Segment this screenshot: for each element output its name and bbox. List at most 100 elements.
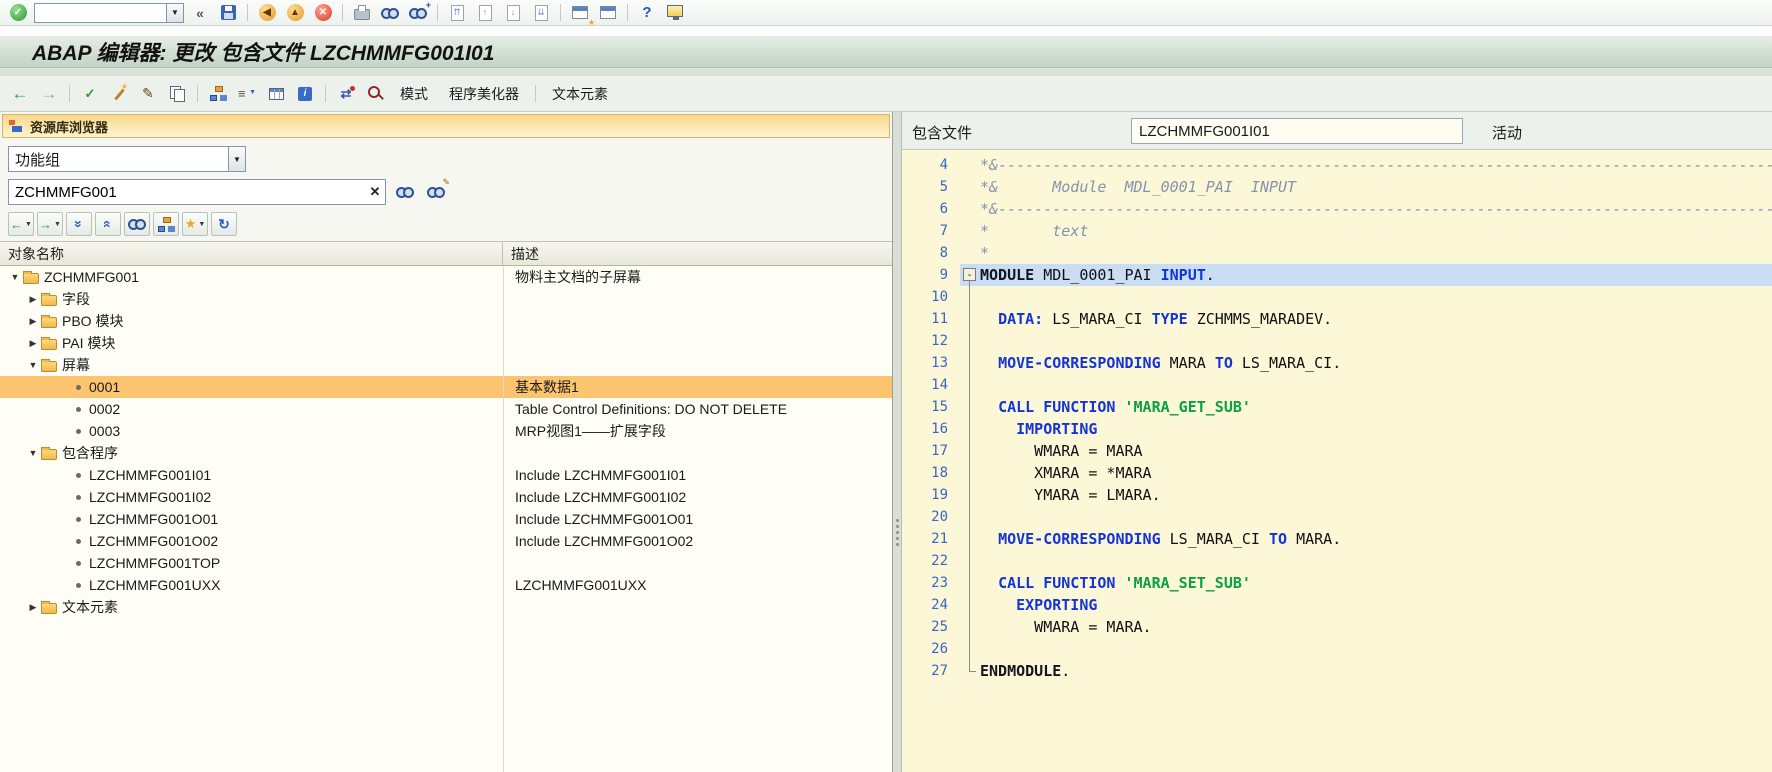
code-line[interactable]: 16 IMPORTING [902,418,1772,440]
code-line[interactable]: 6 *&-------------------------------------… [902,198,1772,220]
new-session-button[interactable]: ★ [568,2,595,27]
expand-arrow-icon[interactable]: ▶ [26,602,40,613]
code-line[interactable]: 26 [902,638,1772,660]
tree-row[interactable]: ▼ 屏幕 [0,354,892,376]
expand-arrow-icon[interactable]: ▶ [26,316,40,327]
command-input[interactable] [35,3,166,22]
create-shortcut-button[interactable] [596,2,620,24]
tree-row[interactable]: 0002 Table Control Definitions: DO NOT DE… [0,398,892,420]
mode-button[interactable]: 模式 [392,81,436,107]
collapse-all-button[interactable]: « [95,212,121,236]
code-line[interactable]: 18 XMARA = *MARA [902,462,1772,484]
code-line[interactable]: 24 EXPORTING [902,594,1772,616]
code-editor[interactable]: 4 *&-------------------------------------… [902,150,1772,772]
tree-row[interactable]: LZCHMMFG001I02 Include LZCHMMFG001I02 [0,486,892,508]
column-header-description[interactable]: 描述 [503,244,892,264]
syntax-check-button[interactable]: ✓ [78,83,102,105]
save-button[interactable] [216,2,240,24]
usage-list-button[interactable] [363,83,387,105]
tree-row[interactable]: LZCHMMFG001I01 Include LZCHMMFG001I01 [0,464,892,486]
collapse-toolbar-button[interactable]: « [188,2,212,24]
collapse-arrow-icon[interactable]: ▼ [26,448,40,458]
back-button[interactable]: ◀ [255,2,279,24]
display-change-button[interactable]: ✎ [136,83,160,105]
nav-back-button[interactable]: ← [8,83,32,105]
code-line[interactable]: 10 [902,286,1772,308]
command-field[interactable]: ▼ [34,2,184,23]
tree-row[interactable]: ▼ 包含程序 [0,442,892,464]
code-line[interactable]: 22 [902,550,1772,572]
activate-button[interactable] [107,82,131,105]
tree-row[interactable]: LZCHMMFG001O02 Include LZCHMMFG001O02 [0,530,892,552]
pretty-printer-button[interactable]: 程序美化器 [441,81,527,107]
expand-arrow-icon[interactable]: ▶ [26,294,40,305]
enter-button[interactable]: ✓ [6,2,30,24]
object-category-select[interactable]: 功能组 ▼ [8,146,246,172]
collapse-arrow-icon[interactable]: ▼ [8,272,22,282]
tree-row[interactable]: LZCHMMFG001UXX LZCHMMFG001UXX [0,574,892,596]
previous-page-button[interactable]: ↑ [473,2,497,24]
code-line[interactable]: 12 [902,330,1772,352]
tree-row[interactable]: LZCHMMFG001TOP [0,552,892,574]
panel-splitter[interactable] [893,112,902,772]
copy-button[interactable] [165,83,189,105]
cancel-button[interactable]: ✕ [311,2,335,24]
search-button[interactable] [124,212,150,236]
command-dropdown-icon[interactable]: ▼ [166,3,183,22]
tree-row[interactable]: ▼ ZCHMMFG001 物料主文档的子屏幕 [0,266,892,288]
tree-row[interactable]: ▶ 字段 [0,288,892,310]
collapse-arrow-icon[interactable]: ▼ [26,360,40,370]
tree-row[interactable]: LZCHMMFG001O01 Include LZCHMMFG001O01 [0,508,892,530]
tree-row[interactable]: ▶ PAI 模块 [0,332,892,354]
code-line[interactable]: 9- MODULE MDL_0001_PAI INPUT. [902,264,1772,286]
last-page-button[interactable]: ⇊ [529,2,553,24]
code-line[interactable]: 5 *& Module MDL_0001_PAI INPUT [902,176,1772,198]
fold-toggle-icon[interactable]: - [960,264,980,286]
code-line[interactable]: 17 WMARA = MARA [902,440,1772,462]
code-line[interactable]: 21 MOVE-CORRESPONDING LS_MARA_CI TO MARA… [902,528,1772,550]
text-elements-button[interactable]: 文本元素 [544,81,616,107]
history-back-button[interactable]: ← ▼ [8,212,34,236]
category-dropdown-icon[interactable]: ▼ [228,147,245,171]
code-line[interactable]: 19 YMARA = LMARA. [902,484,1772,506]
first-page-button[interactable]: ⇈ [445,2,469,24]
code-line[interactable]: 7 * text [902,220,1772,242]
object-hierarchy-button[interactable] [206,83,230,105]
next-page-button[interactable]: ↓ [501,2,525,24]
exit-button[interactable]: ▲ [283,2,307,24]
help-button[interactable]: ? [635,2,659,24]
tree-row[interactable]: 0001 基本数据1 [0,376,892,398]
tree-row[interactable]: ▶ 文本元素 [0,596,892,618]
code-line[interactable]: 14 [902,374,1772,396]
find-next-button[interactable]: + [406,0,431,24]
code-line[interactable]: 8 * [902,242,1772,264]
display-object-button[interactable] [393,181,417,203]
refresh-button[interactable]: ↻ [211,212,237,236]
expand-all-button[interactable]: » [66,212,92,236]
code-line[interactable]: 11 DATA: LS_MARA_CI TYPE ZCHMMS_MARADEV. [902,308,1772,330]
code-line[interactable]: 25 WMARA = MARA. [902,616,1772,638]
find-button[interactable] [378,2,402,24]
edit-object-button[interactable]: ✎ [424,177,450,203]
tree-row[interactable]: 0003 MRP视图1——扩展字段 [0,420,892,442]
favorites-button[interactable]: ★ ▼ [182,212,208,236]
column-header-object-name[interactable]: 对象名称 [0,242,503,265]
code-line[interactable]: 27 ENDMODULE. [902,660,1772,682]
where-used-button[interactable]: ⇄ [334,83,358,105]
expand-arrow-icon[interactable]: ▶ [26,338,40,349]
include-name-field[interactable]: LZCHMMFG001I01 [1131,118,1463,144]
nav-forward-button[interactable]: → [37,83,61,105]
tree-row[interactable]: ▶ PBO 模块 [0,310,892,332]
layout-menu-button[interactable] [663,2,687,24]
code-line[interactable]: 15 CALL FUNCTION 'MARA_GET_SUB' [902,396,1772,418]
tree-display-button[interactable] [153,212,179,236]
code-line[interactable]: 23 CALL FUNCTION 'MARA_SET_SUB' [902,572,1772,594]
code-line[interactable]: 4 *&-------------------------------------… [902,154,1772,176]
table-view-button[interactable] [264,83,288,105]
sort-button[interactable]: ≡ [235,83,259,105]
history-forward-button[interactable]: → ▼ [37,212,63,236]
code-line[interactable]: 20 [902,506,1772,528]
code-line[interactable]: 13 MOVE-CORRESPONDING MARA TO LS_MARA_CI… [902,352,1772,374]
print-button[interactable] [350,2,374,24]
object-name-field[interactable]: ✕ [8,179,386,205]
